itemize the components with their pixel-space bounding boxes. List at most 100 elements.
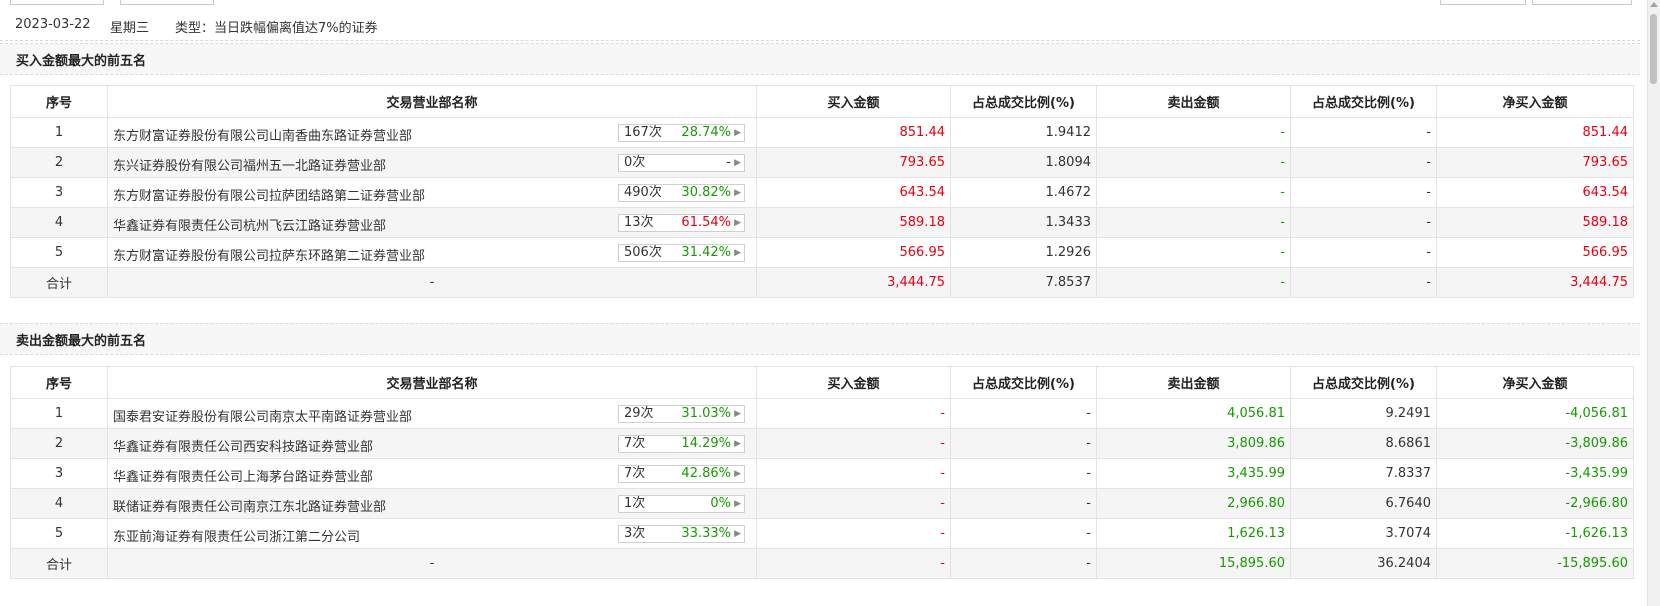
table-row: 5 东亚前海证券有限责任公司浙江第二分公司 3次 33.33% ▶ - -1,626.13 3… [10, 518, 1634, 549]
total-buy-ratio: 7.8537 [950, 267, 1097, 298]
sell-amount: 1,626.13 [1096, 518, 1291, 549]
branch-history-badge[interactable]: 490次 30.82% ▶ [618, 184, 745, 202]
total-buy-ratio: - [950, 548, 1097, 579]
col-header-net-buy: 净买入金额 [1436, 85, 1634, 118]
sell-ratio: 6.7640 [1290, 488, 1437, 519]
branch-history-badge[interactable]: 3次 33.33% ▶ [618, 525, 745, 543]
col-header-branch: 交易营业部名称 [107, 366, 757, 399]
branch-history-badge[interactable]: 7次 14.29% ▶ [618, 435, 745, 453]
total-label: 合计 [10, 267, 108, 298]
branch-name-link[interactable]: 东方财富证券股份有限公司拉萨东环路第二证券营业部 [113, 245, 425, 264]
col-header-sell-ratio: 占总成交比例(%) [1290, 85, 1437, 118]
triangle-right-icon: ▶ [734, 128, 741, 138]
top-button-remnant-2[interactable] [1532, 0, 1632, 5]
buy-section-title: 买入金额最大的前五名 [16, 54, 147, 69]
total-sell-ratio: 36.2404 [1290, 548, 1437, 579]
buy-ratio: - [950, 398, 1097, 429]
branch-name-link[interactable]: 联储证券有限责任公司南京江东北路证券营业部 [113, 496, 386, 515]
sell-ratio: - [1290, 177, 1437, 208]
branch-name-link[interactable]: 国泰君安证券股份有限公司南京太平南路证券营业部 [113, 406, 412, 425]
branch-appear-count: 7次 [624, 436, 646, 451]
buy-amount: 643.54 [756, 177, 951, 208]
table-header-row: 序号 交易营业部名称 买入金额 占总成交比例(%) 卖出金额 占总成交比例(%)… [10, 366, 1634, 399]
branch-win-rate: 31.42% [681, 245, 731, 260]
branch-history-badge[interactable]: 0次 - ▶ [618, 154, 745, 172]
buy-section-header: 买入金额最大的前五名 [0, 43, 1640, 75]
top-button-remnant[interactable] [1440, 0, 1526, 5]
total-branch: - [107, 548, 757, 579]
sell-amount: - [1096, 117, 1291, 148]
buy-ratio: 1.4672 [950, 177, 1097, 208]
buy-amount: - [756, 518, 951, 549]
net-buy-amount: 589.18 [1436, 207, 1634, 238]
top-select-remnant-2[interactable] [120, 0, 214, 5]
sell-ratio: - [1290, 117, 1437, 148]
col-header-buy-amount: 买入金额 [756, 366, 951, 399]
branch-name-link[interactable]: 东方财富证券股份有限公司山南香曲东路证券营业部 [113, 125, 412, 144]
net-buy-amount: -4,056.81 [1436, 398, 1634, 429]
branch-win-rate: 14.29% [681, 436, 731, 451]
branch-history-badge[interactable]: 1次 0% ▶ [618, 495, 745, 513]
vertical-scrollbar[interactable] [1647, 0, 1660, 606]
branch-appear-count: 0次 [624, 155, 646, 170]
branch-win-rate: 0% [710, 496, 731, 511]
col-header-buy-ratio: 占总成交比例(%) [950, 85, 1097, 118]
branch-win-rate: - [726, 155, 731, 170]
net-buy-amount: 793.65 [1436, 147, 1634, 178]
branch-name-link[interactable]: 华鑫证券有限责任公司杭州飞云江路证券营业部 [113, 215, 386, 234]
branch-name-link[interactable]: 华鑫证券有限责任公司西安科技路证券营业部 [113, 436, 373, 455]
col-header-buy-amount: 买入金额 [756, 85, 951, 118]
buy-amount: 589.18 [756, 207, 951, 238]
buy-ratio: 1.9412 [950, 117, 1097, 148]
net-buy-amount: -1,626.13 [1436, 518, 1634, 549]
sell-ratio: 8.6861 [1290, 428, 1437, 459]
branch-appear-count: 167次 [624, 125, 662, 140]
buy-ratio: - [950, 458, 1097, 489]
branch-cell: 东兴证券股份有限公司福州五一北路证券营业部 0次 - ▶ [107, 147, 757, 178]
branch-history-badge[interactable]: 7次 42.86% ▶ [618, 465, 745, 483]
sell-amount: - [1096, 237, 1291, 268]
sell-top5-table: 序号 交易营业部名称 买入金额 占总成交比例(%) 卖出金额 占总成交比例(%)… [10, 366, 1634, 579]
weekday: 星期三 [110, 21, 150, 36]
buy-ratio: 1.2926 [950, 237, 1097, 268]
buy-amount: - [756, 488, 951, 519]
branch-history-badge[interactable]: 167次 28.74% ▶ [618, 124, 745, 142]
sell-ratio: 9.2491 [1290, 398, 1437, 429]
sell-ratio: - [1290, 237, 1437, 268]
table-row: 1 国泰君安证券股份有限公司南京太平南路证券营业部 29次 31.03% ▶ - -4,05… [10, 398, 1634, 429]
branch-cell: 华鑫证券有限责任公司杭州飞云江路证券营业部 13次 61.54% ▶ [107, 207, 757, 238]
sell-amount: - [1096, 207, 1291, 238]
sell-ratio: 7.8337 [1290, 458, 1437, 489]
col-header-branch: 交易营业部名称 [107, 85, 757, 118]
top-select-remnant[interactable] [10, 0, 104, 5]
branch-history-badge[interactable]: 13次 61.54% ▶ [618, 214, 745, 232]
branch-name-link[interactable]: 华鑫证券有限责任公司上海茅台路证券营业部 [113, 466, 373, 485]
branch-history-badge[interactable]: 506次 31.42% ▶ [618, 244, 745, 262]
branch-history-badge[interactable]: 29次 31.03% ▶ [618, 405, 745, 423]
branch-name-link[interactable]: 东方财富证券股份有限公司拉萨团结路第二证券营业部 [113, 185, 425, 204]
triangle-right-icon: ▶ [734, 499, 741, 509]
table-row: 2 东兴证券股份有限公司福州五一北路证券营业部 0次 - ▶ 793.65 1.8094- -… [10, 147, 1634, 178]
buy-ratio: - [950, 488, 1097, 519]
branch-cell: 联储证券有限责任公司南京江东北路证券营业部 1次 0% ▶ [107, 488, 757, 519]
row-index: 2 [10, 147, 108, 178]
branch-win-rate: 28.74% [681, 125, 731, 140]
branch-appear-count: 7次 [624, 466, 646, 481]
branch-name-link[interactable]: 东兴证券股份有限公司福州五一北路证券营业部 [113, 155, 386, 174]
branch-win-rate: 42.86% [681, 466, 731, 481]
table-row: 4 联储证券有限责任公司南京江东北路证券营业部 1次 0% ▶ - -2,966.80 6.7… [10, 488, 1634, 519]
trade-date: 2023-03-22 [15, 17, 91, 32]
branch-win-rate: 33.33% [681, 526, 731, 541]
branch-cell: 东亚前海证券有限责任公司浙江第二分公司 3次 33.33% ▶ [107, 518, 757, 549]
sell-section-header: 卖出金额最大的前五名 [0, 323, 1640, 355]
branch-win-rate: 31.03% [681, 406, 731, 421]
buy-ratio: 1.8094 [950, 147, 1097, 178]
scroll-up-arrow-icon[interactable] [1650, 2, 1658, 7]
branch-name-link[interactable]: 东亚前海证券有限责任公司浙江第二分公司 [113, 526, 360, 545]
branch-win-rate: 61.54% [681, 215, 731, 230]
net-buy-amount: 851.44 [1436, 117, 1634, 148]
buy-amount: - [756, 398, 951, 429]
sell-amount: 4,056.81 [1096, 398, 1291, 429]
triangle-right-icon: ▶ [734, 409, 741, 419]
scrollbar-thumb[interactable] [1650, 14, 1657, 84]
